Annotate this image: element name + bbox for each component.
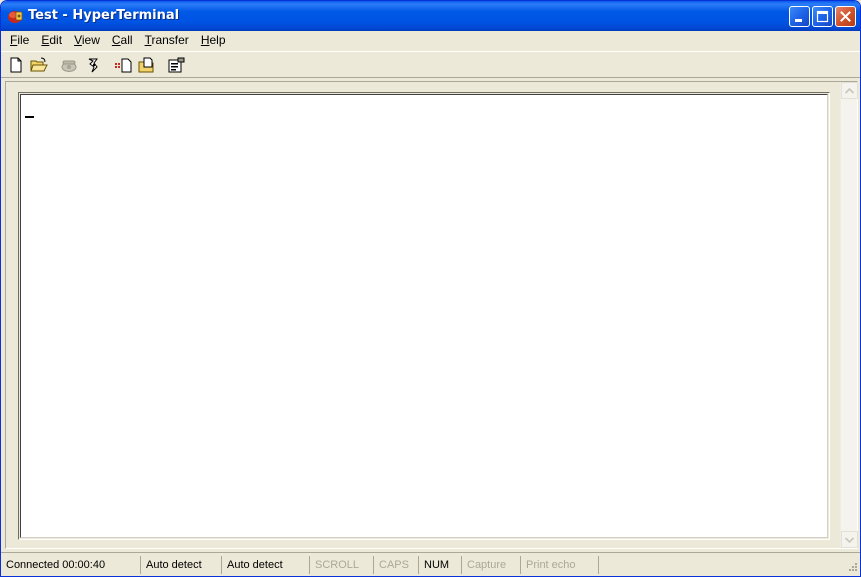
receive-button[interactable] bbox=[138, 56, 156, 74]
vertical-scrollbar[interactable] bbox=[840, 82, 858, 548]
maximize-icon bbox=[816, 10, 829, 23]
status-scroll-lock: SCROLL bbox=[310, 556, 374, 574]
title-bar[interactable]: Test - HyperTerminal bbox=[1, 1, 860, 31]
disconnect-icon bbox=[88, 58, 98, 73]
terminal-cursor bbox=[25, 116, 34, 118]
call-phone-icon bbox=[61, 60, 77, 72]
window-title: Test - HyperTerminal bbox=[28, 8, 180, 23]
status-num-lock: NUM bbox=[419, 556, 462, 574]
scroll-up-button[interactable] bbox=[841, 82, 858, 99]
hyperterminal-window: Test - HyperTerminal File Edit View Call… bbox=[0, 0, 861, 577]
disconnect-button[interactable] bbox=[84, 56, 102, 74]
status-bar: Connected 00:00:40 Auto detect Auto dete… bbox=[1, 552, 860, 576]
menu-edit[interactable]: Edit bbox=[35, 31, 68, 50]
new-connection-button[interactable] bbox=[7, 56, 25, 74]
toolbar bbox=[1, 51, 860, 78]
receive-file-icon bbox=[138, 57, 154, 73]
scroll-down-button[interactable] bbox=[841, 531, 858, 548]
properties-icon bbox=[168, 57, 185, 73]
menu-view-mnemonic: V bbox=[74, 33, 82, 47]
status-emulation: Auto detect bbox=[141, 556, 222, 574]
new-document-icon bbox=[10, 57, 22, 73]
resize-grip-icon[interactable] bbox=[846, 562, 858, 574]
menu-edit-label: dit bbox=[49, 33, 63, 47]
menu-file-label: ile bbox=[17, 33, 30, 47]
open-folder-icon bbox=[30, 57, 48, 72]
terminal-frame bbox=[18, 92, 830, 540]
hyperterminal-app-icon[interactable] bbox=[6, 7, 24, 25]
send-file-icon bbox=[115, 58, 132, 73]
status-caps-lock: CAPS bbox=[374, 556, 419, 574]
menu-call-mnemonic: C bbox=[111, 33, 121, 47]
menu-help[interactable]: Help bbox=[195, 31, 232, 50]
status-capture: Capture bbox=[462, 556, 521, 574]
close-button[interactable] bbox=[835, 6, 856, 27]
menu-view[interactable]: View bbox=[68, 31, 106, 50]
terminal-screen[interactable] bbox=[20, 94, 828, 538]
status-port-settings: Auto detect bbox=[222, 556, 310, 574]
send-button[interactable] bbox=[114, 56, 132, 74]
terminal-area bbox=[5, 81, 858, 549]
close-icon bbox=[840, 11, 851, 22]
properties-button[interactable] bbox=[168, 56, 186, 74]
status-connected-time: Connected 00:00:40 bbox=[1, 556, 141, 574]
arrow-down-icon bbox=[845, 536, 854, 543]
status-print-echo: Print echo bbox=[521, 556, 599, 574]
menu-help-label: elp bbox=[209, 33, 226, 47]
maximize-button[interactable] bbox=[812, 6, 833, 27]
menu-view-label: iew bbox=[81, 33, 100, 47]
open-button[interactable] bbox=[30, 56, 48, 74]
call-button[interactable] bbox=[60, 56, 78, 74]
menu-file[interactable]: File bbox=[4, 31, 35, 50]
minimize-icon bbox=[795, 19, 802, 22]
minimize-button[interactable] bbox=[789, 6, 810, 27]
menu-call-label: all bbox=[120, 33, 133, 47]
arrow-up-icon bbox=[845, 87, 854, 94]
menu-transfer[interactable]: Transfer bbox=[139, 31, 195, 50]
menu-transfer-label: ransfer bbox=[151, 33, 189, 47]
menu-call[interactable]: Call bbox=[106, 31, 139, 50]
menu-bar: File Edit View Call Transfer Help bbox=[1, 31, 860, 50]
